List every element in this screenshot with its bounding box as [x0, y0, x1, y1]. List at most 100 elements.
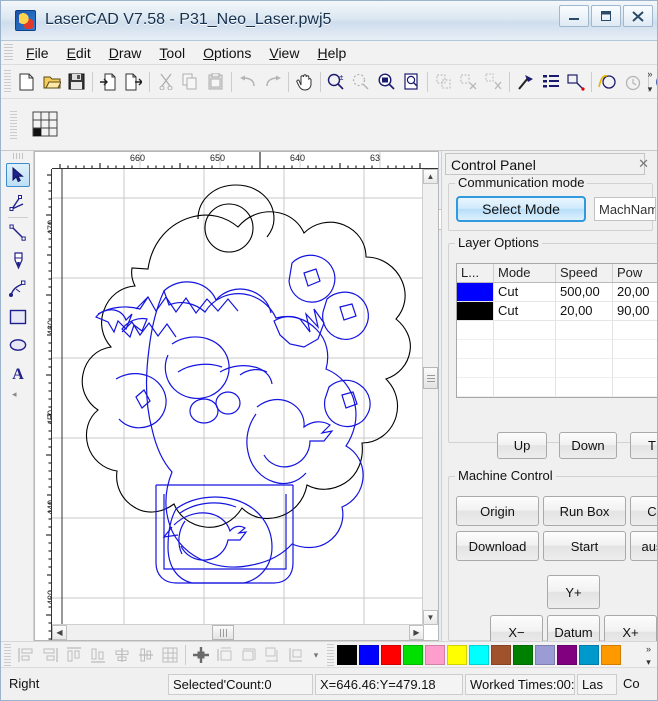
same-size-icon[interactable]: [261, 644, 285, 666]
zoom-selection-icon[interactable]: [374, 69, 399, 95]
property-toolbar-grip[interactable]: [10, 111, 17, 139]
run-box-button[interactable]: Run Box: [543, 496, 626, 526]
palette-color-green[interactable]: [403, 645, 423, 665]
save-file-icon[interactable]: [64, 69, 89, 95]
tool-palette-collapse[interactable]: ◂: [12, 389, 17, 400]
zoom-window-icon[interactable]: [349, 69, 374, 95]
align-toolbar-dropdown[interactable]: ▾: [309, 650, 323, 661]
line-tool[interactable]: [6, 221, 30, 245]
pause-button[interactable]: aus: [630, 531, 658, 561]
palette-color-brown[interactable]: [491, 645, 511, 665]
align-top-icon[interactable]: [62, 644, 86, 666]
ungroup-all-icon[interactable]: [481, 69, 506, 95]
same-width-icon[interactable]: [213, 644, 237, 666]
menu-tool[interactable]: Tool: [150, 43, 194, 63]
import-icon[interactable]: [96, 69, 121, 95]
palette-color-orange[interactable]: [601, 645, 621, 665]
palette-overflow-button[interactable]: » ▾: [641, 643, 656, 669]
cut-path-icon[interactable]: [563, 69, 588, 95]
align-right-icon[interactable]: [38, 644, 62, 666]
distribute-center-icon[interactable]: [189, 644, 213, 666]
node-edit-tool[interactable]: [6, 191, 30, 215]
drawing-surface[interactable]: [52, 169, 424, 625]
table-row-empty[interactable]: [457, 378, 658, 397]
palette-color-lightpurple[interactable]: [535, 645, 555, 665]
palette-color-cyan[interactable]: [469, 645, 489, 665]
minimize-button[interactable]: [559, 5, 589, 27]
start-button[interactable]: Start: [543, 531, 626, 561]
layer-top-button[interactable]: T: [630, 432, 658, 459]
canvas-scrollbar-horizontal[interactable]: ◀ ▶: [52, 624, 424, 640]
scroll-horizontal-thumb[interactable]: [212, 625, 234, 640]
layer-table[interactable]: L... Mode Speed Pow Cut 500,00 20,00 Cut…: [456, 263, 658, 398]
scroll-left-button[interactable]: ◀: [52, 625, 67, 640]
layer-down-button[interactable]: Down: [559, 432, 617, 459]
undo-icon[interactable]: [235, 69, 260, 95]
cut-icon[interactable]: [153, 69, 178, 95]
ellipse-tool[interactable]: [6, 333, 30, 357]
align-bottom-icon[interactable]: [86, 644, 110, 666]
redo-icon[interactable]: [260, 69, 285, 95]
toolbar-grip[interactable]: [4, 70, 11, 94]
origin-button[interactable]: Origin: [456, 496, 539, 526]
align-toolbar-grip[interactable]: [4, 644, 11, 666]
scroll-up-button[interactable]: ▲: [423, 169, 438, 184]
palette-color-pink[interactable]: [425, 645, 445, 665]
maximize-button[interactable]: [591, 5, 621, 27]
menu-draw[interactable]: Draw: [100, 43, 151, 63]
table-row-empty[interactable]: [457, 321, 658, 340]
download-button[interactable]: Download: [456, 531, 539, 561]
scroll-vertical-thumb[interactable]: [423, 367, 438, 389]
canvas-scrollbar-vertical[interactable]: ▲ ▼: [422, 169, 438, 625]
palette-color-blue[interactable]: [359, 645, 379, 665]
palette-grip[interactable]: [327, 644, 334, 666]
table-row[interactable]: Cut 500,00 20,00: [457, 283, 658, 302]
align-left-icon[interactable]: [14, 644, 38, 666]
menu-edit[interactable]: Edit: [58, 43, 100, 63]
align-grid-icon[interactable]: [158, 644, 182, 666]
new-file-icon[interactable]: [14, 69, 39, 95]
close-button[interactable]: [623, 5, 653, 27]
scroll-right-button[interactable]: ▶: [409, 625, 424, 640]
bezier-curve-tool[interactable]: [6, 277, 30, 301]
align-page-icon[interactable]: [285, 644, 309, 666]
palette-color-yellow[interactable]: [447, 645, 467, 665]
clock-icon[interactable]: [620, 69, 645, 95]
menu-file[interactable]: File: [17, 43, 58, 63]
layer-color-swatch[interactable]: [457, 302, 494, 320]
ungroup-icon[interactable]: [456, 69, 481, 95]
table-row-empty[interactable]: [457, 397, 658, 398]
path-optimize-icon[interactable]: [595, 69, 620, 95]
palette-color-black[interactable]: [337, 645, 357, 665]
group-icon[interactable]: [431, 69, 456, 95]
scroll-down-button[interactable]: ▼: [423, 610, 438, 625]
jog-y-plus-button[interactable]: Y+: [547, 575, 600, 609]
tool-palette-grip[interactable]: [13, 153, 23, 159]
select-mode-button[interactable]: Select Mode: [456, 196, 586, 222]
align-center-horizontal-icon[interactable]: [110, 644, 134, 666]
copy-icon[interactable]: [178, 69, 203, 95]
same-height-icon[interactable]: [237, 644, 261, 666]
machine-name-field[interactable]: MachNam: [594, 197, 656, 221]
table-row[interactable]: Cut 20,00 90,00: [457, 302, 658, 321]
origin-grid-icon[interactable]: [31, 110, 59, 138]
menu-view[interactable]: View: [260, 43, 308, 63]
open-file-icon[interactable]: [39, 69, 64, 95]
node-hammer-icon[interactable]: [513, 69, 538, 95]
table-row-empty[interactable]: [457, 340, 658, 359]
palette-color-purple[interactable]: [557, 645, 577, 665]
table-row-empty[interactable]: [457, 359, 658, 378]
pen-draw-tool[interactable]: [6, 249, 30, 273]
menu-help[interactable]: Help: [308, 43, 355, 63]
cut-button[interactable]: C: [630, 496, 658, 526]
close-icon[interactable]: ✕: [638, 156, 649, 172]
pan-hand-icon[interactable]: [292, 69, 317, 95]
layer-up-button[interactable]: Up: [497, 432, 547, 459]
layer-list-icon[interactable]: [538, 69, 563, 95]
zoom-in-out-icon[interactable]: ±: [324, 69, 349, 95]
paste-icon[interactable]: [203, 69, 228, 95]
menu-options[interactable]: Options: [194, 43, 260, 63]
menu-grip[interactable]: [4, 44, 13, 62]
select-arrow-tool[interactable]: [6, 163, 30, 187]
palette-color-darkgreen[interactable]: [513, 645, 533, 665]
